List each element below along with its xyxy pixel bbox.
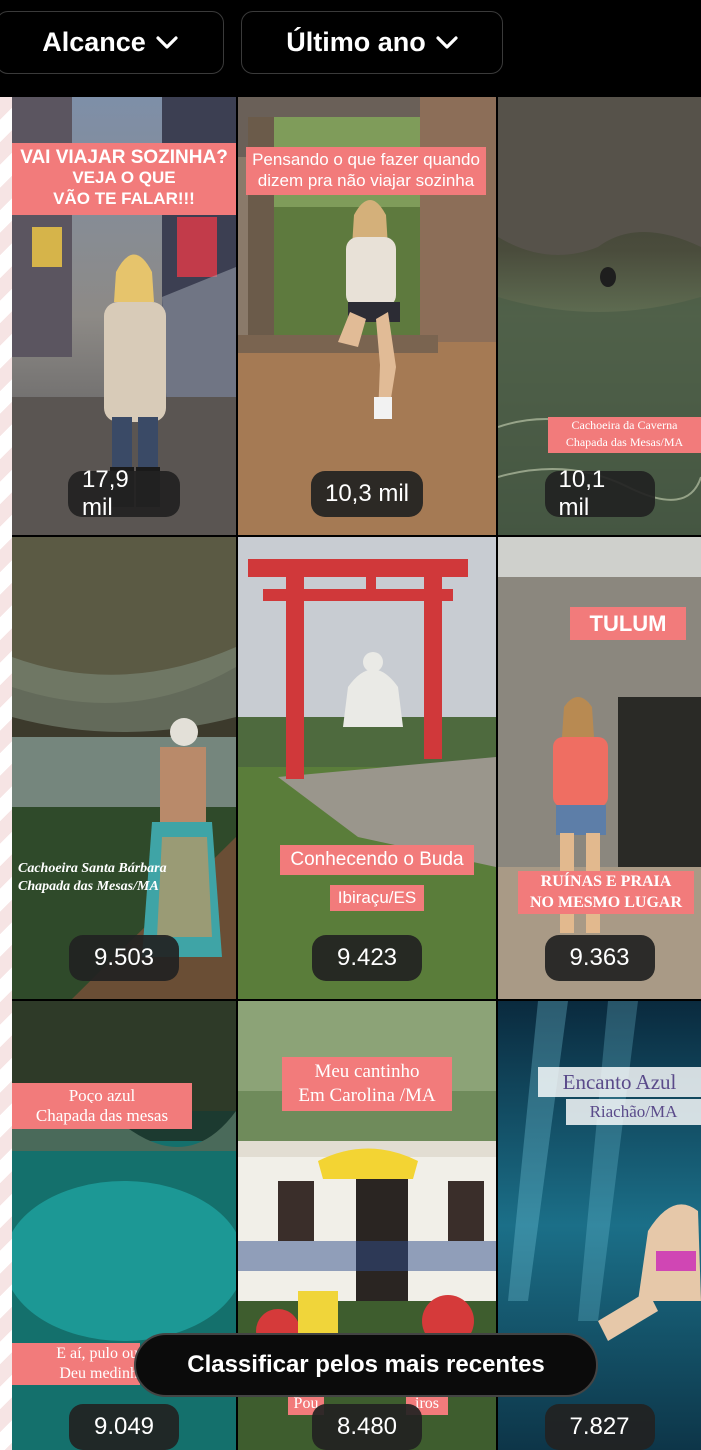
reel-caption: Cachoeira da Caverna <box>548 417 701 435</box>
reel-caption: Chapada das Mesas/MA <box>548 434 701 453</box>
reel-caption: Chapada das Mesas/MA <box>18 879 159 894</box>
reel-thumbnail <box>12 537 236 999</box>
left-edge-decoration <box>0 97 12 1450</box>
reel-tile[interactable]: Cachoeira Santa Bárbara Chapada das Mesa… <box>12 537 236 999</box>
reel-caption: dizem pra não viajar sozinha <box>246 169 486 195</box>
reach-count-badge: 9.363 <box>544 935 655 981</box>
reel-tile[interactable]: Cachoeira da Caverna Chapada das Mesas/M… <box>498 97 701 535</box>
reel-caption: Conhecendo o Buda <box>280 845 474 875</box>
reel-caption: Encanto Azul <box>538 1067 701 1098</box>
reach-count-badge: 9.503 <box>69 935 179 981</box>
reach-count-badge: 10,3 mil <box>310 471 424 517</box>
reel-caption: Chapada das mesas <box>12 1103 192 1129</box>
reel-caption: RUÍNAS E PRAIA <box>518 871 694 894</box>
reel-caption: VÃO TE FALAR!!! <box>12 187 236 215</box>
reel-tile[interactable]: VAI VIAJAR SOZINHA? VEJA O QUE VÃO TE FA… <box>12 97 236 535</box>
reach-filter-button[interactable]: Alcance <box>0 11 224 74</box>
reel-caption: Deu medinh <box>12 1363 140 1386</box>
reel-tile[interactable]: TULUM RUÍNAS E PRAIA NO MESMO LUGAR 9.36… <box>498 537 701 999</box>
reel-caption: VEJA O QUE <box>12 166 236 190</box>
reels-grid: VAI VIAJAR SOZINHA? VEJA O QUE VÃO TE FA… <box>12 97 701 1450</box>
reel-caption: NO MESMO LUGAR <box>518 892 694 915</box>
reel-tile[interactable]: Pensando o que fazer quando dizem pra nã… <box>238 97 496 535</box>
reel-caption: Ibiraçu/ES <box>330 885 424 911</box>
reach-count-badge: 17,9 mil <box>68 466 180 521</box>
period-filter-button[interactable]: Último ano <box>241 11 503 74</box>
period-filter-label: Último ano <box>286 27 426 57</box>
reel-thumbnail <box>238 537 496 999</box>
reach-count-badge: 9.423 <box>312 935 422 981</box>
reach-filter-label: Alcance <box>42 27 146 57</box>
reel-caption: TULUM <box>570 607 686 641</box>
reach-count-badge: 9.049 <box>69 1404 179 1450</box>
chevron-down-icon <box>156 35 178 49</box>
reel-caption: Em Carolina /MA <box>282 1081 452 1111</box>
reel-caption: Cachoeira Santa Bárbara <box>18 861 167 876</box>
sort-by-recent-button[interactable]: Classificar pelos mais recentes <box>134 1333 598 1397</box>
reel-caption: Riachão/MA <box>566 1099 701 1125</box>
reach-count-badge: 8.480 <box>312 1404 422 1450</box>
chevron-down-icon <box>436 35 458 49</box>
filter-bar: Alcance Último ano <box>0 0 701 97</box>
reel-tile[interactable]: Conhecendo o Buda Ibiraçu/ES 9.423 <box>238 537 496 999</box>
reach-count-badge: 7.827 <box>544 1404 655 1450</box>
reach-count-badge: 10,1 mil <box>544 466 655 521</box>
